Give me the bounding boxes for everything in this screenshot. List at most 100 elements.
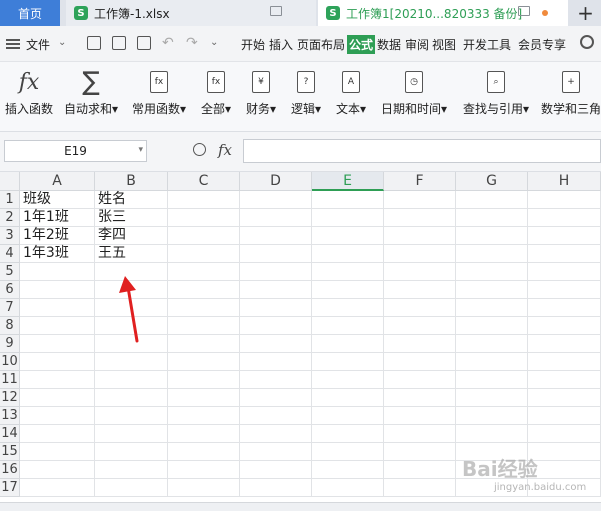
cell-d2[interactable] (240, 209, 312, 227)
cell-g1[interactable] (456, 191, 528, 209)
cell-c11[interactable] (168, 371, 240, 389)
cell-c12[interactable] (168, 389, 240, 407)
cell-b13[interactable] (95, 407, 168, 425)
cell-a13[interactable] (20, 407, 95, 425)
row-header-7[interactable]: 7 (0, 299, 20, 317)
cell-f16[interactable] (384, 461, 456, 479)
cell-g2[interactable] (456, 209, 528, 227)
cell-f5[interactable] (384, 263, 456, 281)
cell-e11[interactable] (312, 371, 384, 389)
cell-f6[interactable] (384, 281, 456, 299)
cell-e12[interactable] (312, 389, 384, 407)
cell-e14[interactable] (312, 425, 384, 443)
cell-f10[interactable] (384, 353, 456, 371)
cell-b7[interactable] (95, 299, 168, 317)
cell-a6[interactable] (20, 281, 95, 299)
new-tab-button[interactable]: + (570, 0, 601, 26)
cell-c15[interactable] (168, 443, 240, 461)
cell-a1[interactable]: 班级 (20, 191, 95, 209)
tab-developer[interactable]: 开发工具 (463, 36, 511, 53)
cell-b4[interactable]: 王五 (95, 245, 168, 263)
cell-f2[interactable] (384, 209, 456, 227)
row-header-16[interactable]: 16 (0, 461, 20, 479)
cell-c5[interactable] (168, 263, 240, 281)
cell-g3[interactable] (456, 227, 528, 245)
cell-e7[interactable] (312, 299, 384, 317)
cell-d15[interactable] (240, 443, 312, 461)
all-functions-button[interactable]: fx 全部▾ (198, 66, 234, 126)
cell-e2[interactable] (312, 209, 384, 227)
row-header-10[interactable]: 10 (0, 353, 20, 371)
cell-e15[interactable] (312, 443, 384, 461)
tab-review[interactable]: 审阅 (405, 36, 429, 53)
cell-f14[interactable] (384, 425, 456, 443)
cell-h4[interactable] (528, 245, 601, 263)
cell-e13[interactable] (312, 407, 384, 425)
cell-d7[interactable] (240, 299, 312, 317)
tab-home[interactable]: 开始 (241, 36, 265, 53)
cell-e6[interactable] (312, 281, 384, 299)
cell-f4[interactable] (384, 245, 456, 263)
cell-h14[interactable] (528, 425, 601, 443)
column-header-g[interactable]: G (456, 172, 528, 191)
cell-d5[interactable] (240, 263, 312, 281)
cell-g8[interactable] (456, 317, 528, 335)
cell-a10[interactable] (20, 353, 95, 371)
cell-b16[interactable] (95, 461, 168, 479)
cell-d4[interactable] (240, 245, 312, 263)
cell-b17[interactable] (95, 479, 168, 497)
search-icon[interactable] (580, 35, 594, 49)
cell-a2[interactable]: 1年1班 (20, 209, 95, 227)
cell-h3[interactable] (528, 227, 601, 245)
cell-a15[interactable] (20, 443, 95, 461)
print-preview-icon[interactable] (137, 36, 151, 50)
row-header-3[interactable]: 3 (0, 227, 20, 245)
cell-g4[interactable] (456, 245, 528, 263)
column-header-d[interactable]: D (240, 172, 312, 191)
cell-d10[interactable] (240, 353, 312, 371)
cell-g13[interactable] (456, 407, 528, 425)
cell-f12[interactable] (384, 389, 456, 407)
cell-b12[interactable] (95, 389, 168, 407)
monitor-icon[interactable] (270, 6, 282, 16)
cell-h6[interactable] (528, 281, 601, 299)
tab-insert[interactable]: 插入 (269, 36, 293, 53)
logic-button[interactable]: ? 逻辑▾ (288, 66, 324, 126)
cell-e17[interactable] (312, 479, 384, 497)
print-icon[interactable] (112, 36, 126, 50)
cell-c13[interactable] (168, 407, 240, 425)
hamburger-menu-icon[interactable] (6, 39, 20, 49)
cell-b14[interactable] (95, 425, 168, 443)
quick-access-more-icon[interactable]: ⌄ (210, 37, 218, 48)
tab-formulas[interactable]: 公式 (347, 35, 376, 54)
cell-h11[interactable] (528, 371, 601, 389)
tab-view[interactable]: 视图 (432, 36, 456, 53)
row-header-8[interactable]: 8 (0, 317, 20, 335)
cell-b9[interactable] (95, 335, 168, 353)
column-header-e[interactable]: E (312, 172, 384, 191)
cell-g6[interactable] (456, 281, 528, 299)
cell-b11[interactable] (95, 371, 168, 389)
cell-g9[interactable] (456, 335, 528, 353)
cell-g11[interactable] (456, 371, 528, 389)
cell-g14[interactable] (456, 425, 528, 443)
column-header-c[interactable]: C (168, 172, 240, 191)
cell-c3[interactable] (168, 227, 240, 245)
row-header-2[interactable]: 2 (0, 209, 20, 227)
row-header-6[interactable]: 6 (0, 281, 20, 299)
tab-page-layout[interactable]: 页面布局 (297, 36, 345, 53)
cell-c7[interactable] (168, 299, 240, 317)
cell-h5[interactable] (528, 263, 601, 281)
cell-f11[interactable] (384, 371, 456, 389)
cell-c1[interactable] (168, 191, 240, 209)
row-header-4[interactable]: 4 (0, 245, 20, 263)
cell-a14[interactable] (20, 425, 95, 443)
column-header-h[interactable]: H (528, 172, 601, 191)
cell-e5[interactable] (312, 263, 384, 281)
cell-e16[interactable] (312, 461, 384, 479)
cell-b15[interactable] (95, 443, 168, 461)
cell-e1[interactable] (312, 191, 384, 209)
document-tab-1[interactable]: S 工作簿-1.xlsx (66, 0, 316, 26)
horizontal-scrollbar[interactable] (0, 502, 601, 511)
cell-h10[interactable] (528, 353, 601, 371)
